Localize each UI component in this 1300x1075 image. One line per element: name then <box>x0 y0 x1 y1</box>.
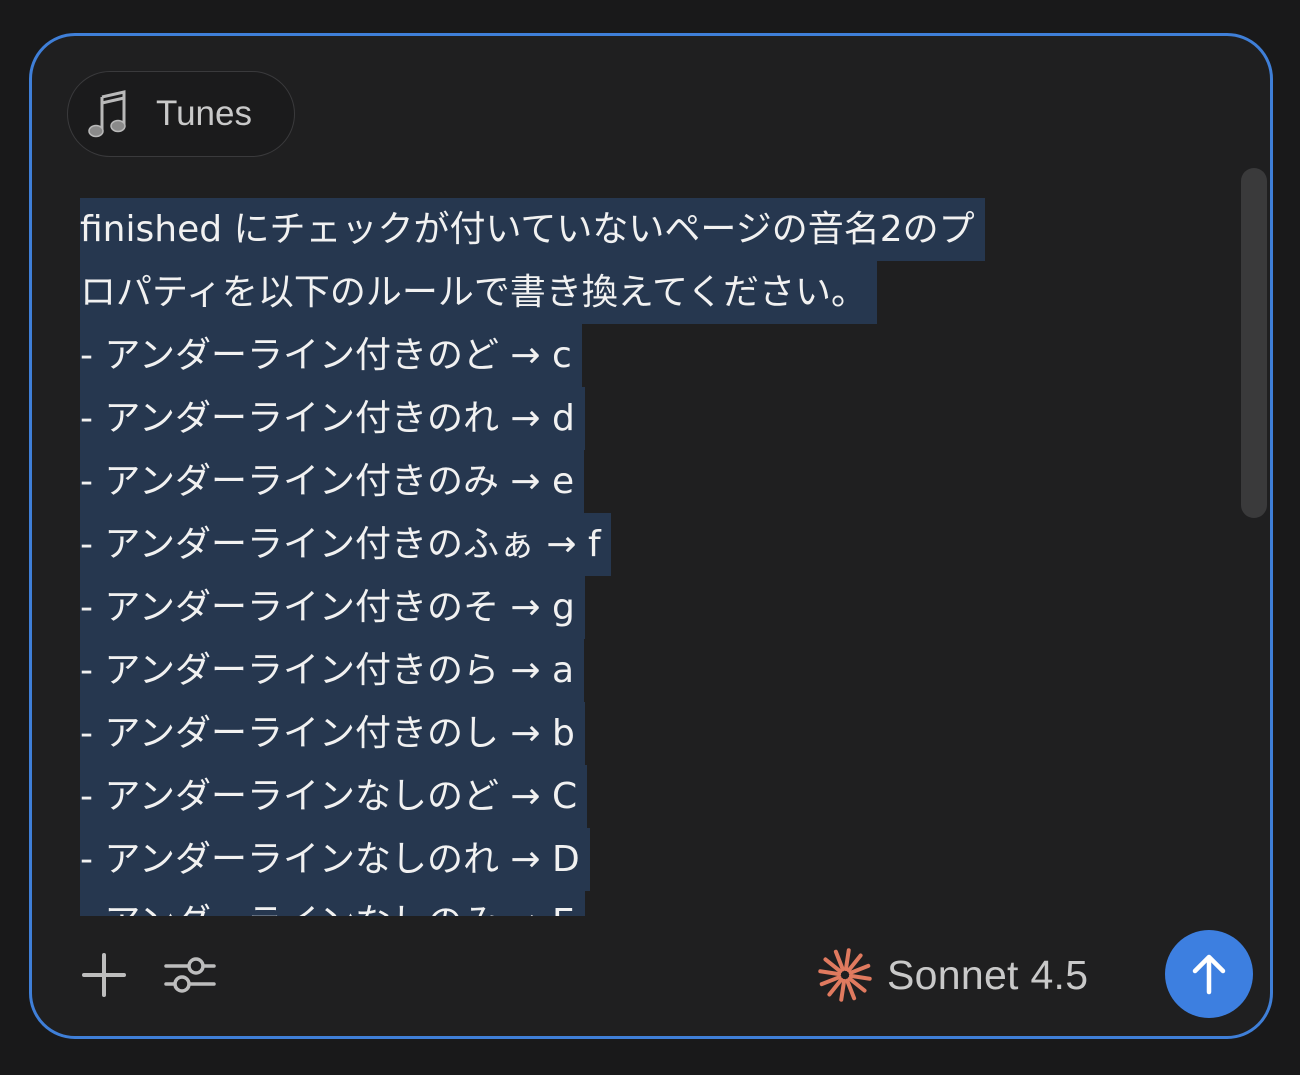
prompt-line: - アンダーラインなしのど → C <box>80 765 588 828</box>
prompt-line-text: - アンダーライン付きのふぁ → f <box>80 513 611 576</box>
prompt-line-text: - アンダーラインなしのど → C <box>80 765 588 828</box>
prompt-line-text: - アンダーライン付きのし → b <box>80 702 585 765</box>
prompt-line-text: - アンダーライン付きのど → c <box>80 324 582 387</box>
prompt-line-text: - アンダーライン付きのれ → d <box>80 387 585 450</box>
project-chip[interactable]: Tunes <box>67 71 295 157</box>
prompt-line: - アンダーラインなしのみ → E <box>80 891 585 916</box>
prompt-line: ロパティを以下のルールで書き換えてください。 <box>80 261 877 324</box>
tools-settings-button[interactable] <box>162 951 218 999</box>
prompt-scrollbar[interactable] <box>1237 168 1267 528</box>
prompt-line-text: - アンダーライン付きのそ → g <box>80 576 585 639</box>
prompt-line-text: ロパティを以下のルールで書き換えてください。 <box>80 261 877 324</box>
prompt-line-text: - アンダーライン付きのみ → e <box>80 450 585 513</box>
sliders-icon <box>164 957 216 993</box>
sparkle-ray <box>843 948 851 972</box>
scrollbar-thumb[interactable] <box>1241 168 1267 518</box>
prompt-input[interactable]: finished にチェックが付いていないページの音名2のプ ロパティを以下のル… <box>80 198 1210 916</box>
prompt-line: - アンダーライン付きのそ → g <box>80 576 585 639</box>
prompt-line: - アンダーライン付きのど → c <box>80 324 582 387</box>
send-button[interactable] <box>1165 930 1253 1018</box>
sparkle-ray <box>818 969 842 977</box>
model-label: Sonnet 4.5 <box>887 951 1089 998</box>
prompt-composer: Tunes finished にチェックが付いていないページの音名2のプ ロパテ… <box>29 33 1273 1039</box>
sparkle-icon <box>818 948 872 1002</box>
prompt-line: finished にチェックが付いていないページの音名2のプ <box>80 198 985 261</box>
arrow-up-icon <box>1192 954 1226 995</box>
prompt-line: - アンダーライン付きのら → a <box>80 639 585 702</box>
sparkle-ray <box>839 978 847 1002</box>
model-selector[interactable]: Sonnet 4.5 <box>817 944 1088 1006</box>
prompt-line-text: finished にチェックが付いていないページの音名2のプ <box>80 198 985 261</box>
sparkle-ray <box>848 973 872 981</box>
add-attachment-button[interactable] <box>80 951 128 999</box>
project-chip-label: Tunes <box>156 94 252 133</box>
music-note-icon <box>88 90 126 138</box>
prompt-line-text: - アンダーラインなしのれ → D <box>80 828 590 891</box>
prompt-line: - アンダーライン付きのふぁ → f <box>80 513 611 576</box>
prompt-line: - アンダーライン付きのれ → d <box>80 387 585 450</box>
prompt-line-text: - アンダーライン付きのら → a <box>80 639 585 702</box>
prompt-line: - アンダーラインなしのれ → D <box>80 828 590 891</box>
prompt-line: - アンダーライン付きのし → b <box>80 702 585 765</box>
plus-icon <box>82 953 126 997</box>
prompt-line: - アンダーライン付きのみ → e <box>80 450 585 513</box>
prompt-line-text: - アンダーラインなしのみ → E <box>80 891 585 916</box>
